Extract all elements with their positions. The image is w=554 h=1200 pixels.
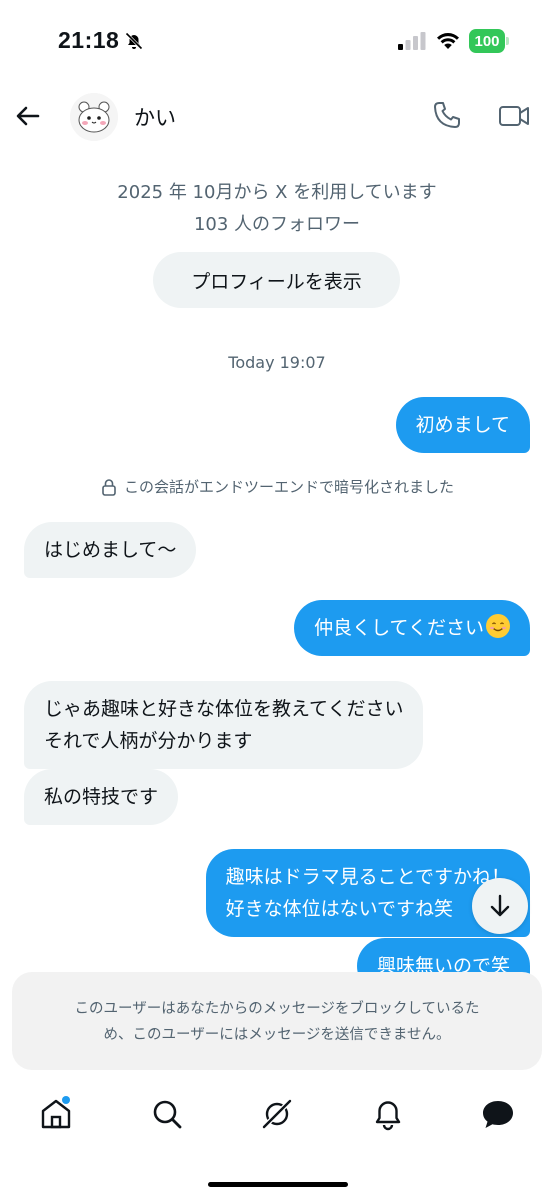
bell-icon[interactable] (370, 1096, 406, 1132)
message-text-line: じゃあ趣味と好きな体位を教えてください (44, 698, 404, 720)
follower-count: 103 人のフォロワー (193, 214, 361, 235)
smiling-face-emoji-icon (486, 614, 510, 638)
arrow-down-icon (490, 894, 510, 917)
view-profile-button[interactable]: プロフィールを表示 (153, 252, 400, 308)
home-indicator (208, 1182, 348, 1187)
bottom-tab-bar (0, 1082, 554, 1152)
message-bubble-incoming[interactable]: はじめまして〜 (24, 522, 197, 578)
message-text-line: 好きな体位はないですね笑 (225, 898, 453, 920)
message-text: はじめまして〜 (44, 539, 177, 561)
signal-icon (398, 32, 426, 50)
battery-level: 100 (474, 32, 500, 50)
wifi-icon (437, 33, 459, 49)
back-arrow-icon[interactable] (14, 102, 42, 130)
notification-dot (62, 1096, 70, 1104)
avatar[interactable] (70, 93, 118, 141)
message-text: 初めまして (415, 414, 510, 436)
search-icon[interactable] (149, 1096, 185, 1132)
message-bubble-incoming[interactable]: じゃあ趣味と好きな体位を教えてください それで人柄が分かります (24, 681, 424, 769)
status-time: 21:18 (58, 27, 120, 53)
battery-indicator: 100 (469, 29, 505, 53)
blocked-notice-line: このユーザーはあなたからのメッセージをブロックしているた (74, 1001, 480, 1017)
conversation-header: かい (0, 84, 554, 148)
message-bubble-outgoing[interactable]: 初めまして (395, 397, 530, 453)
message-text-line: それで人柄が分かります (44, 730, 253, 752)
scroll-to-bottom-button[interactable] (472, 878, 528, 934)
lock-icon (102, 478, 116, 496)
grok-icon[interactable] (259, 1096, 295, 1132)
message-bubble-incoming[interactable]: 私の特技です (24, 769, 179, 825)
encryption-text: この会話がエンドツーエンドで暗号化されました (123, 478, 454, 496)
bell-off-icon (125, 32, 143, 50)
blocked-notice-line: め、このユーザーにはメッセージを送信できません。 (103, 1027, 451, 1043)
message-text-line: 趣味はドラマ見ることですかね！ (225, 866, 510, 888)
phone-icon[interactable] (432, 100, 462, 130)
video-call-icon[interactable] (498, 102, 530, 130)
message-text: 仲良くしてください (314, 617, 484, 639)
battery-tip (506, 37, 509, 45)
message-bubble-outgoing[interactable]: 仲良くしてください (294, 600, 530, 656)
blocked-notice: このユーザーはあなたからのメッセージをブロックしているた め、このユーザーにはメ… (12, 972, 542, 1070)
messages-icon[interactable] (480, 1096, 516, 1132)
encryption-notice: この会話がエンドツーエンドで暗号化されました (0, 476, 554, 497)
joined-date: 2025 年 10月から X を利用しています (117, 182, 437, 203)
message-text: 私の特技です (44, 786, 159, 808)
contact-name[interactable]: かい (134, 102, 176, 132)
status-bar: 21:18 100 (0, 0, 554, 84)
message-timestamp: Today 19:07 (228, 353, 326, 372)
avatar-image (70, 93, 118, 141)
